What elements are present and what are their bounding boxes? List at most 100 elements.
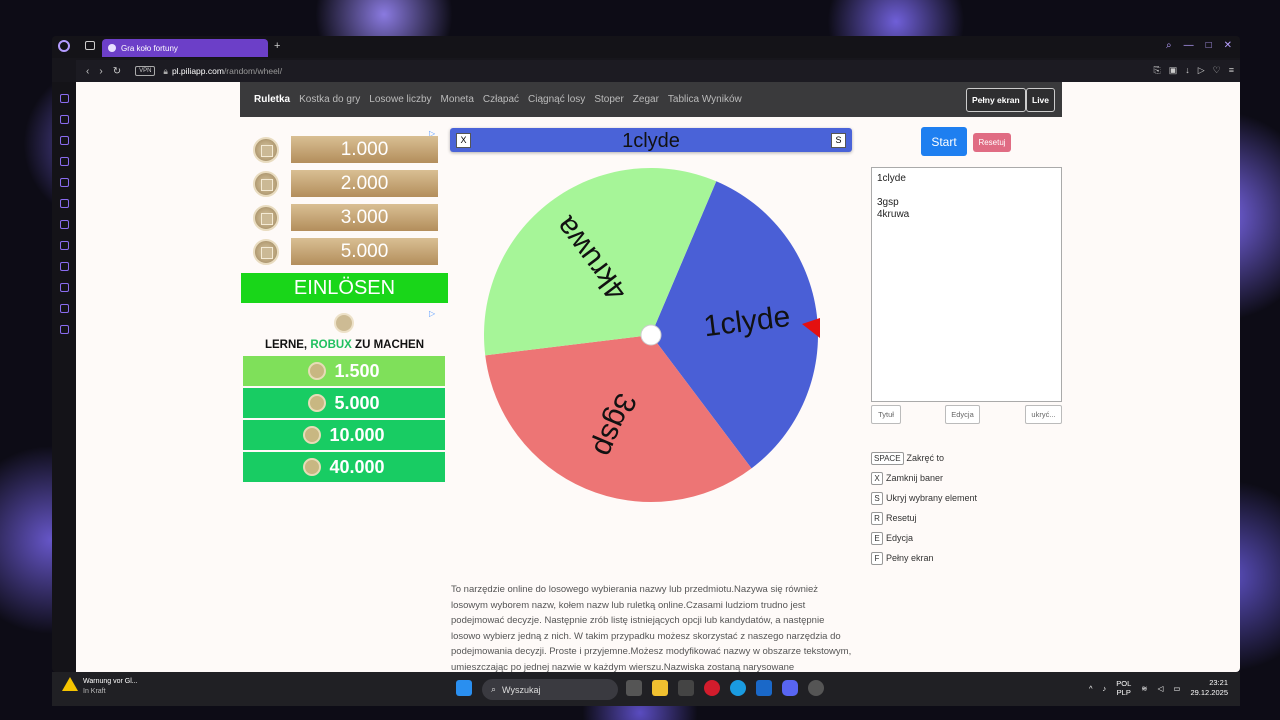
tab-title: Gra koło fortuny [121, 43, 178, 53]
wifi-icon[interactable]: ≋ [1141, 684, 1147, 693]
windows-start-icon[interactable] [456, 680, 472, 696]
nav-zegar[interactable]: Zegar [633, 94, 659, 105]
forward-icon[interactable]: › [99, 66, 102, 77]
search-tabs-icon[interactable]: ⌕ [1166, 40, 1172, 51]
ad-amount: 5.000 [291, 238, 438, 265]
minimize-icon[interactable]: — [1184, 40, 1194, 51]
weather-warning-widget[interactable]: Warnung vor Gl... In Kraft [62, 677, 138, 697]
language-indicator[interactable]: POL PLP [1116, 679, 1131, 697]
shortcut-label: Ukryj wybrany element [886, 493, 978, 503]
nav-kostka[interactable]: Kostka do gry [299, 94, 360, 105]
edge-icon[interactable] [730, 680, 746, 696]
warning-sub: In Kraft [83, 688, 106, 695]
sidebar-twitch-icon[interactable] [59, 178, 69, 187]
fortune-wheel[interactable]: 1clyde3gsp4kruwa [480, 166, 830, 506]
shortcut-key: E [871, 531, 883, 545]
ad-amount: 3.000 [291, 204, 438, 231]
play-icon[interactable]: ▷ [1198, 65, 1205, 76]
taskbar-search[interactable]: ⌕ Wyszukaj [482, 679, 618, 700]
bookmark-icon[interactable]: ⎘ [1154, 65, 1161, 76]
nav-czlapac[interactable]: Człapać [483, 94, 519, 105]
opera-logo-icon[interactable] [58, 40, 70, 52]
ad-offer-row[interactable]: 10.000 [243, 420, 445, 450]
hide-item-key[interactable]: S [831, 133, 846, 148]
nav-ciagnac-losy[interactable]: Ciągnąć losy [528, 94, 585, 105]
shortcut-item: F Pełny ekran [871, 548, 977, 568]
sidebar-settings-icon[interactable] [59, 325, 69, 334]
nav-ruletka[interactable]: Ruletka [254, 94, 290, 105]
sidebar-music-icon[interactable] [59, 262, 69, 271]
opera-taskbar-icon[interactable] [704, 680, 720, 696]
sidebar-x-icon[interactable] [59, 241, 69, 250]
nav-tablica-wynikow[interactable]: Tablica Wyników [668, 94, 742, 105]
shortcut-label: Resetuj [886, 513, 917, 523]
address-bar: ‹ › ↻ VPN 🔒︎ pl.piliapp.com/random/wheel/… [76, 60, 1240, 82]
site-navbar: Ruletka Kostka do gry Losowe liczby Mone… [240, 82, 1062, 117]
robux-coin-icon [253, 239, 279, 265]
sidebar-shop-icon[interactable] [59, 115, 69, 124]
sidebar-instagram-icon[interactable] [59, 220, 69, 229]
hide-button[interactable]: ukryć... [1025, 405, 1062, 424]
sidebar-m-icon[interactable] [59, 157, 69, 166]
windows-taskbar: Warnung vor Gl... In Kraft ⌕ Wyszukaj ^ ♪ … [52, 672, 1240, 706]
shortcut-label: Edycja [886, 533, 914, 543]
outlook-icon[interactable] [756, 680, 772, 696]
opera-gx-icon[interactable] [808, 680, 824, 696]
sidebar-home-icon[interactable] [59, 94, 69, 103]
file-explorer-icon[interactable] [652, 680, 668, 696]
url-field[interactable]: 🔒︎ pl.piliapp.com/random/wheel/ [163, 66, 282, 77]
shortcut-list: SPACE Zakręć to X Zamknij baner S Ukryj wyb… [871, 448, 977, 568]
active-tab[interactable]: Gra koło fortuny [102, 39, 268, 57]
close-window-icon[interactable]: ✕ [1224, 40, 1232, 51]
fullscreen-button[interactable]: Pełny ekran [966, 88, 1026, 112]
sidebar-history-icon[interactable] [59, 283, 69, 292]
robux-coin-icon [303, 458, 322, 476]
ad-banner-robux-learn[interactable]: ▷ LERNE, ROBUX ZU MACHEN 1.500 5.000 10.… [241, 309, 448, 483]
tab-favicon-icon [108, 44, 116, 52]
reload-icon[interactable]: ↻ [113, 66, 121, 77]
title-button[interactable]: Tytuł [871, 405, 901, 424]
system-tray: ^ ♪ POL PLP ≋ ◁ ▭ 23:21 29.12.2025 [1089, 678, 1228, 698]
download-icon[interactable]: ↓ [1185, 65, 1190, 76]
search-icon: ⌕ [491, 684, 497, 694]
url-path: /random/wheel/ [223, 65, 283, 76]
start-button[interactable]: Start [921, 127, 967, 156]
adchoices-icon[interactable]: ▷ [429, 309, 435, 318]
live-button[interactable]: Live [1026, 88, 1056, 112]
back-icon[interactable]: ‹ [86, 66, 89, 77]
ad-banner-robux-redeem[interactable]: ▷ 1.000 2.000 3.000 5.000 EINLÖSEN [241, 129, 448, 303]
heart-icon[interactable]: ♡ [1213, 65, 1221, 76]
nav-moneta[interactable]: Moneta [441, 94, 474, 105]
new-tab-plus-icon[interactable]: + [274, 40, 280, 52]
ad-offer-row[interactable]: 1.500 [243, 356, 445, 386]
volume-icon[interactable]: ◁ [1158, 684, 1164, 693]
taskbar-clock[interactable]: 23:21 29.12.2025 [1190, 678, 1228, 698]
nav-losowe-liczby[interactable]: Losowe liczby [369, 94, 431, 105]
vpn-badge[interactable]: VPN [135, 66, 156, 76]
ad-offer-row[interactable]: 5.000 [243, 388, 445, 418]
tray-overflow-icon[interactable]: ^ [1089, 684, 1093, 693]
robux-coin-icon [253, 205, 279, 231]
ad-redeem-button[interactable]: EINLÖSEN [241, 273, 448, 303]
web-page: Ruletka Kostka do gry Losowe liczby Mone… [76, 82, 1240, 672]
warning-icon [62, 677, 78, 691]
mic-icon[interactable]: ♪ [1103, 684, 1107, 693]
names-textarea[interactable]: 1clyde 3gsp 4kruwa [871, 167, 1062, 402]
snapshot-icon[interactable]: ▣ [1169, 65, 1178, 76]
maximize-icon[interactable]: □ [1206, 40, 1212, 51]
shortcut-label: Pełny ekran [886, 553, 934, 563]
tab-manager-icon[interactable] [85, 41, 95, 50]
reset-button[interactable]: Resetuj [973, 133, 1011, 152]
menu-icon[interactable]: ≡ [1229, 65, 1234, 76]
warning-title: Warnung vor Gl... [83, 678, 138, 685]
edit-button[interactable]: Edycja [945, 405, 980, 424]
store-icon[interactable] [678, 680, 694, 696]
task-view-icon[interactable] [626, 680, 642, 696]
battery-icon[interactable]: ▭ [1173, 684, 1180, 693]
ad-offer-row[interactable]: 40.000 [243, 452, 445, 482]
sidebar-extensions-icon[interactable] [59, 304, 69, 313]
sidebar-wallet-icon[interactable] [59, 136, 69, 145]
sidebar-messenger-icon[interactable] [59, 199, 69, 208]
nav-stoper[interactable]: Stoper [594, 94, 623, 105]
discord-icon[interactable] [782, 680, 798, 696]
